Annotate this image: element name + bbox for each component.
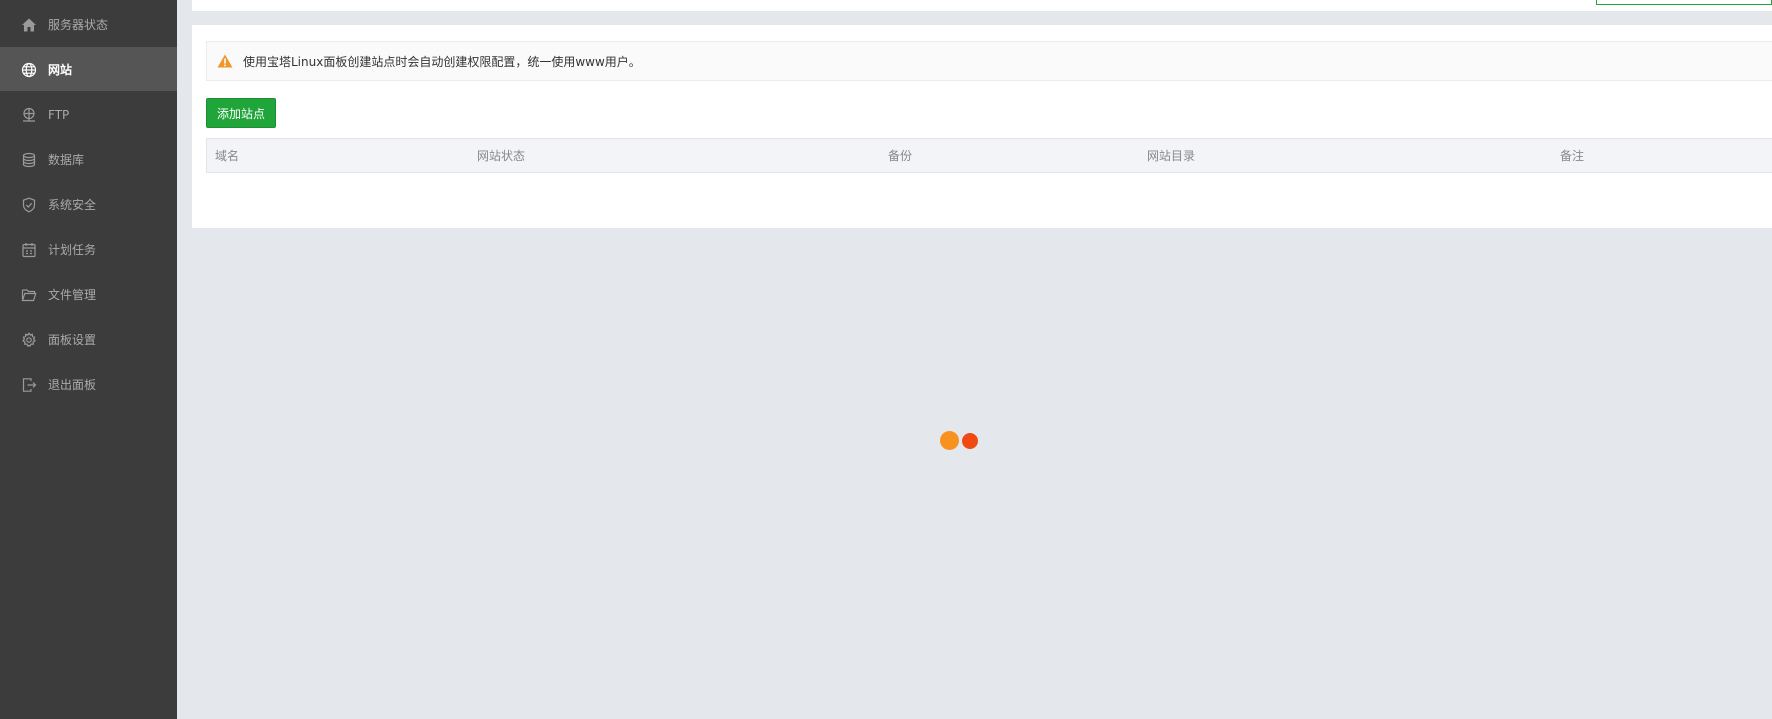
gear-icon — [21, 332, 37, 348]
sidebar-item-label: 计划任务 — [48, 243, 97, 257]
column-header-root-dir[interactable]: 网站目录 — [1147, 148, 1195, 164]
sidebar-item-label: 系统安全 — [48, 198, 97, 212]
sidebar-item-database[interactable]: 数据库 — [0, 137, 177, 181]
top-panel — [192, 0, 1772, 11]
loading-dot — [940, 431, 959, 450]
sidebar-item-label: 文件管理 — [48, 288, 97, 302]
sidebar: 服务器状态 网站 FTP 数据库 系统安全 计划任务 文件管理 面板设置 退出面… — [0, 0, 177, 719]
sidebar-item-logout[interactable]: 退出面板 — [0, 362, 177, 406]
column-header-domain[interactable]: 域名 — [215, 148, 239, 164]
sidebar-item-label: 数据库 — [48, 153, 85, 167]
sidebar-item-security[interactable]: 系统安全 — [0, 182, 177, 226]
sidebar-item-files[interactable]: 文件管理 — [0, 272, 177, 316]
loading-dot — [962, 433, 978, 449]
sidebar-item-label: 面板设置 — [48, 333, 97, 347]
sidebar-item-label: 网站 — [48, 63, 73, 77]
loading-spinner — [940, 431, 980, 451]
table-header: 域名 网站状态 备份 网站目录 备注 — [206, 138, 1772, 173]
sidebar-item-cron[interactable]: 计划任务 — [0, 227, 177, 271]
column-header-backup[interactable]: 备份 — [888, 148, 912, 164]
calendar-icon — [21, 242, 37, 258]
home-icon — [21, 17, 37, 33]
top-right-green-box — [1596, 0, 1772, 5]
shield-icon — [21, 197, 37, 213]
sidebar-item-label: 服务器状态 — [48, 18, 109, 32]
add-site-button[interactable]: 添加站点 — [206, 98, 276, 128]
sidebar-item-website[interactable]: 网站 — [0, 47, 177, 91]
alert-text: 使用宝塔Linux面板创建站点时会自动创建权限配置，统一使用www用户。 — [243, 55, 641, 69]
sidebar-item-label: 退出面板 — [48, 378, 97, 392]
folder-icon — [21, 287, 37, 303]
warning-icon — [217, 54, 233, 68]
alert-banner: 使用宝塔Linux面板创建站点时会自动创建权限配置，统一使用www用户。 — [206, 41, 1772, 81]
logout-icon — [21, 377, 37, 393]
globe-icon — [21, 62, 37, 78]
main-panel: 使用宝塔Linux面板创建站点时会自动创建权限配置，统一使用www用户。 添加站… — [192, 25, 1772, 228]
sidebar-item-label: FTP — [48, 108, 70, 122]
column-header-status[interactable]: 网站状态 — [477, 148, 525, 164]
sidebar-item-server-status[interactable]: 服务器状态 — [0, 2, 177, 46]
sidebar-item-ftp[interactable]: FTP — [0, 92, 177, 136]
sidebar-item-settings[interactable]: 面板设置 — [0, 317, 177, 361]
database-icon — [21, 152, 37, 168]
ftp-icon — [21, 107, 37, 123]
column-header-remark[interactable]: 备注 — [1560, 148, 1584, 164]
